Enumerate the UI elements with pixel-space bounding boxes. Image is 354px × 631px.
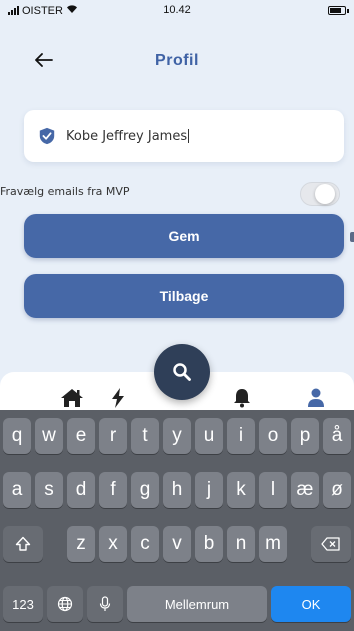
edge-handle [350, 232, 354, 242]
numbers-key[interactable]: 123 [3, 586, 43, 622]
status-time: 10.42 [163, 4, 191, 16]
toggle-knob [315, 184, 335, 204]
key-r[interactable]: r [99, 418, 127, 454]
keyboard: q w e r t y u i o p å a s d f g h j k l … [0, 410, 354, 631]
key-o[interactable]: o [259, 418, 287, 454]
home-icon[interactable] [58, 386, 86, 410]
shift-key[interactable] [3, 526, 43, 562]
backspace-key[interactable] [311, 526, 351, 562]
key-ae[interactable]: æ [291, 472, 319, 508]
user-icon[interactable] [302, 386, 330, 410]
keyboard-row-4: 123 Mellemrum OK [0, 586, 354, 622]
key-p[interactable]: p [291, 418, 319, 454]
optout-row: Fravælg emails fra MVP [0, 182, 354, 206]
shift-icon [15, 536, 31, 551]
key-e[interactable]: e [67, 418, 95, 454]
search-icon [173, 363, 191, 381]
backspace-icon [321, 537, 340, 551]
space-key[interactable]: Mellemrum [127, 586, 267, 622]
optout-label: Fravælg emails fra MVP [0, 185, 130, 198]
back-button[interactable]: Tilbage [24, 274, 344, 318]
key-f[interactable]: f [99, 472, 127, 508]
keyboard-row-2: a s d f g h j k l æ ø [0, 472, 354, 508]
save-button[interactable]: Gem [24, 214, 344, 258]
name-value: Kobe Jeffrey James [66, 128, 188, 144]
key-v[interactable]: v [163, 526, 191, 562]
key-g[interactable]: g [131, 472, 159, 508]
key-l[interactable]: l [259, 472, 287, 508]
optout-toggle[interactable] [300, 182, 340, 206]
nav-header: Profil [0, 40, 354, 80]
bolt-icon[interactable] [104, 386, 132, 410]
key-w[interactable]: w [35, 418, 63, 454]
battery-icon [328, 6, 349, 15]
key-b[interactable]: b [195, 526, 223, 562]
key-s[interactable]: s [35, 472, 63, 508]
text-caret [188, 129, 190, 143]
key-n[interactable]: n [227, 526, 255, 562]
microphone-icon [99, 596, 111, 611]
key-c[interactable]: c [131, 526, 159, 562]
keyboard-row-3: z x c v b n m [0, 526, 354, 562]
keyboard-row-1: q w e r t y u i o p å [0, 418, 354, 454]
key-t[interactable]: t [131, 418, 159, 454]
key-k[interactable]: k [227, 472, 255, 508]
globe-key[interactable] [47, 586, 83, 622]
key-aa[interactable]: å [323, 418, 351, 454]
page-title: Profil [155, 52, 199, 69]
status-bar: OISTER 10.42 [0, 0, 354, 20]
key-j[interactable]: j [195, 472, 223, 508]
globe-icon [57, 596, 73, 612]
key-i[interactable]: i [227, 418, 255, 454]
key-y[interactable]: y [163, 418, 191, 454]
key-d[interactable]: d [67, 472, 95, 508]
key-m[interactable]: m [259, 526, 287, 562]
bell-icon[interactable] [228, 386, 256, 410]
key-a[interactable]: a [3, 472, 31, 508]
key-h[interactable]: h [163, 472, 191, 508]
shield-check-icon [39, 127, 55, 145]
search-button[interactable] [154, 344, 210, 400]
key-oe[interactable]: ø [323, 472, 351, 508]
key-q[interactable]: q [3, 418, 31, 454]
name-field[interactable]: Kobe Jeffrey James [24, 110, 344, 162]
key-u[interactable]: u [195, 418, 223, 454]
microphone-key[interactable] [87, 586, 123, 622]
ok-key[interactable]: OK [271, 586, 351, 622]
key-x[interactable]: x [99, 526, 127, 562]
key-z[interactable]: z [67, 526, 95, 562]
